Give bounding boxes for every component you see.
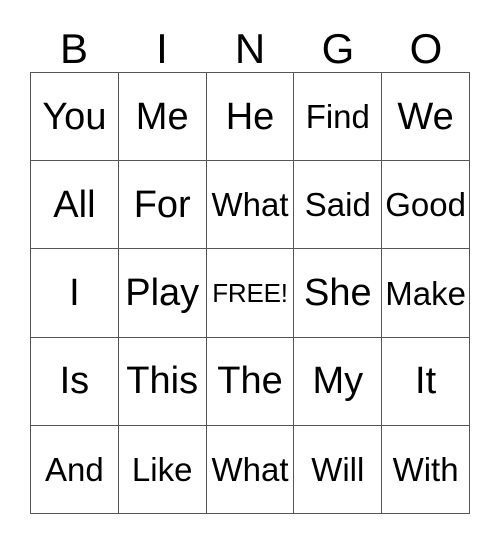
bingo-cell-label: She (303, 272, 372, 314)
bingo-cell-b3[interactable]: I (31, 249, 119, 338)
bingo-header-letter-g: G (321, 25, 355, 72)
bingo-cell-i5[interactable]: Like (118, 425, 207, 515)
bingo-row: And Like What Will With (31, 425, 470, 515)
bingo-cell-i4[interactable]: This (118, 337, 207, 426)
bingo-cell-b1[interactable]: You (31, 73, 119, 162)
bingo-cell-n1[interactable]: He (206, 73, 295, 162)
bingo-cell-label: Will (311, 450, 365, 488)
bingo-cell-label: You (42, 95, 107, 138)
bingo-free-space-label: FREE! (212, 278, 288, 308)
bingo-cell-i1[interactable]: Me (118, 73, 207, 162)
bingo-row: All For What Said Good (31, 161, 470, 250)
bingo-cell-label: Said (304, 186, 371, 224)
bingo-cell-label: With (392, 450, 459, 488)
bingo-cell-free-space[interactable]: FREE! (206, 249, 295, 338)
bingo-cell-label: Like (131, 450, 193, 488)
bingo-cell-b4[interactable]: Is (31, 337, 119, 426)
bingo-row: You Me He Find We (31, 73, 470, 162)
bingo-header: B I N G O (30, 22, 470, 72)
bingo-cell-label: Me (135, 95, 189, 138)
bingo-cell-o4[interactable]: It (382, 337, 470, 426)
bingo-cell-o3[interactable]: Make (382, 249, 470, 338)
bingo-row: Is This The My It (31, 337, 470, 426)
bingo-cell-label: Make (385, 274, 466, 312)
bingo-cell-label: The (217, 360, 283, 403)
bingo-cell-n5[interactable]: What (206, 425, 295, 515)
bingo-row: I Play FREE! She Make (31, 249, 470, 338)
bingo-card: B I N G O You Me He Find We All For What… (0, 0, 500, 544)
bingo-cell-label: Play (125, 272, 200, 314)
bingo-cell-label: What (211, 450, 289, 488)
bingo-cell-label: This (126, 360, 199, 403)
bingo-cell-label: All (53, 183, 96, 226)
bingo-cell-label: My (312, 360, 364, 403)
bingo-cell-b5[interactable]: And (31, 425, 119, 515)
bingo-cell-i3[interactable]: Play (118, 249, 207, 338)
bingo-cell-g1[interactable]: Find (294, 73, 383, 162)
bingo-cell-label: It (415, 360, 437, 403)
bingo-cell-label: For (133, 183, 191, 226)
bingo-cell-o5[interactable]: With (382, 425, 470, 515)
bingo-cell-g3[interactable]: She (294, 249, 383, 338)
bingo-cell-g2[interactable]: Said (294, 161, 383, 250)
bingo-cell-label: I (69, 272, 80, 314)
bingo-cell-o1[interactable]: We (382, 73, 470, 162)
bingo-cell-b2[interactable]: All (31, 161, 119, 250)
bingo-cell-label: Is (59, 360, 90, 403)
bingo-header-letter-b: B (59, 25, 88, 72)
bingo-cell-label: Good (385, 186, 466, 224)
bingo-cell-label: And (45, 450, 104, 488)
bingo-header-letter-n: N (234, 25, 266, 72)
bingo-cell-n2[interactable]: What (206, 161, 295, 250)
bingo-cell-label: We (397, 95, 454, 138)
bingo-header-letter-i: I (156, 25, 168, 72)
bingo-cell-label: He (225, 95, 275, 138)
bingo-cell-label: What (211, 186, 289, 224)
bingo-grid: You Me He Find We All For What Said Good… (30, 72, 470, 515)
bingo-cell-g5[interactable]: Will (294, 425, 383, 515)
bingo-header-letter-o: O (409, 25, 443, 72)
bingo-cell-i2[interactable]: For (118, 161, 207, 250)
bingo-cell-label: Find (305, 98, 370, 136)
bingo-cell-g4[interactable]: My (294, 337, 383, 426)
bingo-cell-n4[interactable]: The (206, 337, 295, 426)
bingo-cell-o2[interactable]: Good (382, 161, 470, 250)
